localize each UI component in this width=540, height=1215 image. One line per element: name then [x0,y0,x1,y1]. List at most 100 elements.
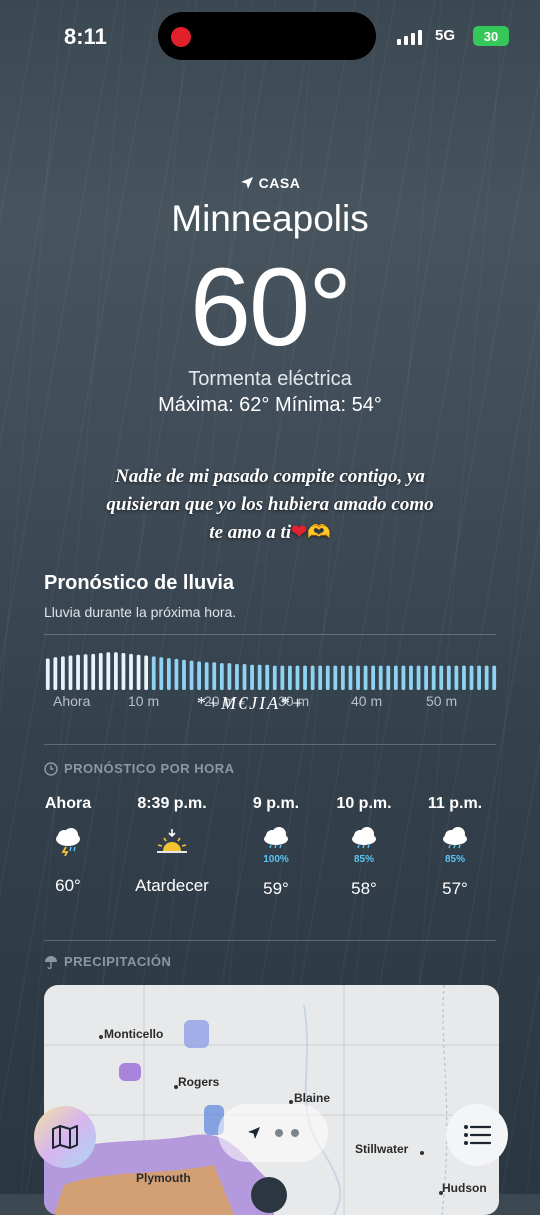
hour-label: Ahora [44,795,92,812]
rain-bar [401,665,406,690]
precip-chance: 100% [263,854,289,865]
rain-bar [144,655,149,690]
rain-bar [371,665,376,690]
rain-bar [61,656,65,690]
rain-bar [257,664,262,690]
caption-text: Nadie de mi pasado compite contigo, ya q… [106,466,434,543]
rain-intensity-graph [45,652,497,690]
rain-cloud-icon [264,827,288,849]
rain-bar [242,663,247,690]
location-tag-label: CASA [258,175,301,191]
hourly-header: PRONÓSTICO POR HORA [44,761,235,776]
rain-bar [477,665,481,690]
thunderstorm-icon [56,828,80,857]
rain-bar [295,665,300,690]
map-label: Stillwater [355,1142,409,1156]
rain-bar [484,665,489,690]
rain-bar [45,658,50,690]
status-time: 8:11 [64,24,107,49]
signal-icon [397,30,422,45]
map-label: Rogers [178,1075,220,1089]
divider [44,940,496,941]
recording-indicator [171,27,191,47]
rain-bar [439,665,444,690]
rain-bar [219,663,224,690]
rain-bar [98,653,103,690]
rain-bar [454,665,459,690]
rain-bar [189,660,194,690]
hour-label: 11 p.m. [427,795,483,812]
precipitation-map[interactable]: Monticello Rogers Blaine Stillwater Plym… [44,985,499,1215]
rain-bar [136,654,141,690]
map-label: Monticello [104,1027,164,1041]
rain-bar [250,664,254,690]
rain-bar [174,658,179,690]
rain-bar [166,658,171,690]
rain-bar [378,665,383,690]
hour-column: 11 p.m. 85% 57° [425,795,485,899]
sunset-icon [157,829,187,853]
rain-bar [340,665,345,690]
heart-hands-icon: 🫶 [307,522,331,543]
rain-bar [83,654,88,690]
rain-bar [265,664,270,690]
rain-bar [76,654,80,690]
rain-bar [272,665,277,690]
rain-bar [431,665,436,690]
divider [44,634,496,635]
rain-bar [310,665,315,690]
caption-overlay: Nadie de mi pasado compite contigo, ya q… [100,463,440,547]
rain-bar [416,665,421,690]
rain-bar [446,665,451,690]
rain-forecast-title: Pronóstico de lluvia [44,572,235,594]
time-label: 10 m [128,693,160,709]
rain-bar [280,665,285,690]
hour-column: 9 p.m. 100% 59° [246,795,306,899]
rain-bar [159,657,164,690]
rain-bar [492,665,497,690]
rain-forecast-subtitle: Lluvia durante la próxima hora. [44,604,237,620]
network-label: 5G [435,27,456,44]
heart-icon: ❤ [291,522,308,543]
hour-temp: 59° [263,879,289,898]
rain-bar [129,653,133,690]
hour-label: 10 p.m. [336,795,392,812]
precip-chance: 85% [444,854,465,865]
rain-bar [348,665,353,690]
rain-bar [182,659,186,690]
hour-label: 8:39 p.m. [137,795,207,812]
map-label: Blaine [294,1091,331,1105]
precip-chance: 85% [353,854,374,865]
time-label: 40 m [351,693,383,709]
hour-temp: 60° [55,876,81,895]
current-temperature: 60° [189,246,352,369]
clock-icon [44,761,58,776]
map-graphics [44,985,499,1215]
battery-icon: 30 [473,26,509,46]
rain-bar [212,662,217,690]
map-button[interactable] [34,1106,96,1168]
rain-bar [469,665,474,690]
city-list-button[interactable] [446,1104,508,1166]
rain-cloud-icon [352,827,376,849]
hour-column: 10 p.m. 85% 58° [334,795,394,899]
page-indicator[interactable] [218,1104,328,1162]
hour-column: Ahora 60° [38,795,98,896]
map-icon [52,1125,78,1149]
map-label: Plymouth [136,1171,191,1185]
time-label: Ahora [53,693,91,709]
hour-label: 9 p.m. [252,795,300,812]
hour-temp: 57° [442,879,468,898]
rain-bar [356,665,360,690]
rain-bar [227,663,232,690]
divider [44,744,496,745]
rain-bar [325,665,330,690]
location-tag: CASA [0,175,540,191]
high-low-label: Máxima: 62° Mínima: 54° [158,394,382,416]
rain-bar [393,665,398,690]
hour-temp: Atardecer [135,876,209,895]
battery-level: 30 [483,28,499,44]
umbrella-icon [45,955,57,969]
rain-bar [462,665,466,690]
map-label: Hudson [442,1181,487,1195]
